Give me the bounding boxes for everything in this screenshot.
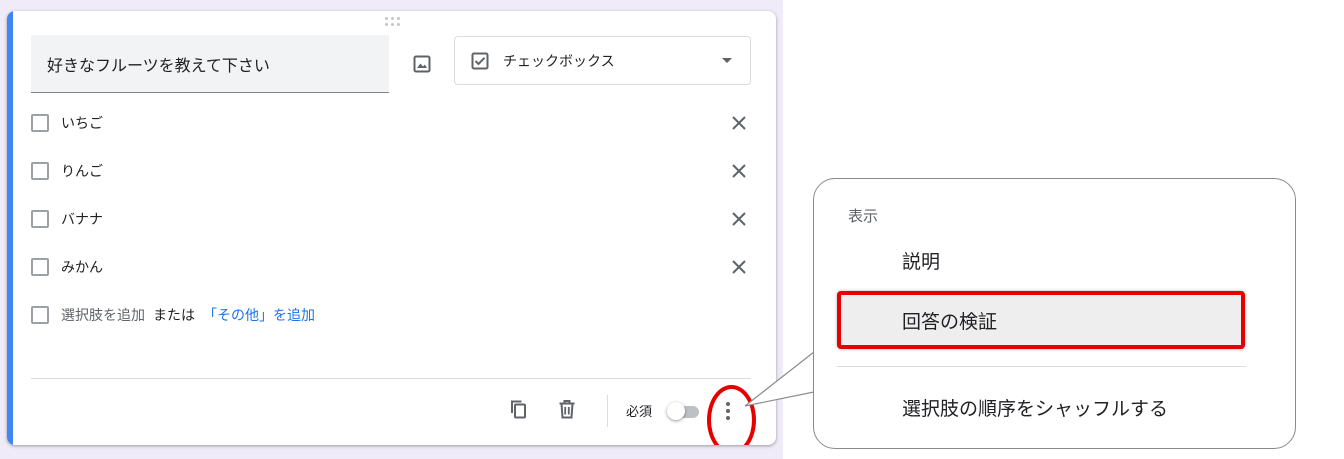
- option-label[interactable]: りんご: [61, 161, 103, 181]
- image-icon: [413, 55, 431, 73]
- or-text: または: [153, 308, 195, 324]
- trash-icon: [559, 400, 575, 419]
- option-row: りんご: [31, 156, 751, 186]
- question-title-input[interactable]: 好きなフルーツを教えて下さい: [31, 35, 389, 93]
- footer-divider: [31, 378, 751, 379]
- question-type-label: チェックボックス: [503, 53, 615, 70]
- dropdown-arrow-icon: [722, 58, 732, 63]
- option-checkbox[interactable]: [31, 210, 49, 228]
- delete-button[interactable]: [555, 397, 579, 421]
- question-type-select[interactable]: チェックボックス: [454, 36, 751, 85]
- copy-icon: [511, 400, 526, 419]
- menu-item-label: 回答の検証: [902, 310, 998, 333]
- option-label[interactable]: バナナ: [61, 209, 103, 229]
- remove-option-button[interactable]: [727, 111, 751, 135]
- remove-option-button[interactable]: [727, 159, 751, 183]
- option-label[interactable]: みかん: [61, 257, 103, 277]
- menu-heading: 表示: [848, 207, 879, 225]
- checkbox-checked-icon: [471, 52, 489, 69]
- drag-handle-icon[interactable]: [385, 17, 403, 27]
- add-image-button[interactable]: [407, 49, 437, 79]
- remove-option-button[interactable]: [727, 207, 751, 231]
- close-icon: [732, 260, 746, 274]
- option-label[interactable]: いちご: [61, 113, 103, 133]
- more-options-menu: 表示 説明 回答の検証 選択肢の順序をシャッフルする: [813, 178, 1296, 449]
- option-checkbox[interactable]: [31, 114, 49, 132]
- highlight-circle-annotation: [707, 385, 756, 445]
- active-card-accent: [7, 11, 13, 445]
- footer-vertical-divider: [607, 395, 608, 427]
- required-label: 必須: [626, 405, 653, 420]
- add-option-row: 選択肢を追加 または 「その他」を追加: [31, 300, 751, 330]
- option-checkbox[interactable]: [31, 162, 49, 180]
- add-option-button[interactable]: 選択肢を追加: [61, 305, 145, 325]
- close-icon: [732, 164, 746, 178]
- option-row: いちご: [31, 108, 751, 138]
- menu-item-response-validation[interactable]: 回答の検証: [837, 291, 1245, 349]
- remove-option-button[interactable]: [727, 255, 751, 279]
- close-icon: [732, 116, 746, 130]
- question-card: 好きなフルーツを教えて下さい チェックボックス いちご りんご バナナ みかん …: [7, 11, 776, 445]
- option-checkbox[interactable]: [31, 258, 49, 276]
- option-row: バナナ: [31, 204, 751, 234]
- option-row: みかん: [31, 252, 751, 282]
- close-icon: [732, 212, 746, 226]
- question-title-text: 好きなフルーツを教えて下さい: [47, 55, 270, 75]
- menu-item-description[interactable]: 説明: [902, 247, 940, 274]
- toggle-thumb: [667, 402, 685, 420]
- add-other-link[interactable]: 「その他」を追加: [203, 305, 315, 325]
- required-toggle[interactable]: [667, 402, 701, 420]
- option-checkbox: [31, 306, 49, 324]
- duplicate-button[interactable]: [507, 397, 531, 421]
- menu-divider: [837, 366, 1246, 367]
- menu-item-shuffle-options[interactable]: 選択肢の順序をシャッフルする: [902, 394, 1168, 421]
